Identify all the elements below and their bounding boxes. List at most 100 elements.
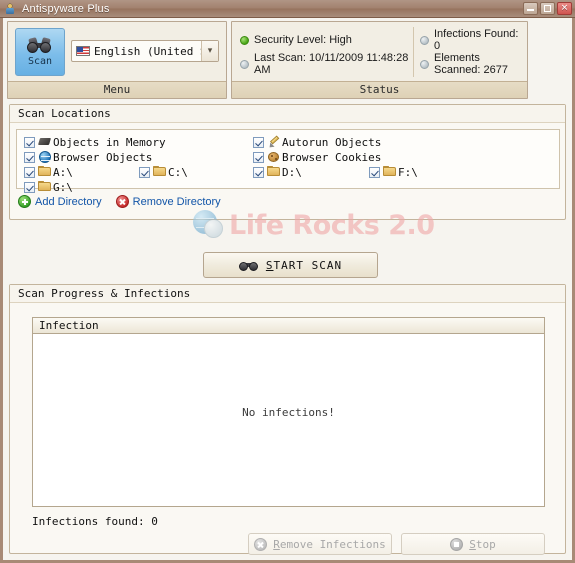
app-icon <box>4 3 16 15</box>
status-panel: Security Level: High Last Scan: 10/11/20… <box>231 21 528 99</box>
window-body: Scan English (United States) ▾ Menu Secu… <box>0 18 575 563</box>
status-column-right: Infections Found: 0 Elements Scanned: 26… <box>420 28 525 76</box>
chevron-down-icon[interactable]: ▾ <box>201 41 218 61</box>
location-item-drive-a[interactable]: A:\ <box>24 165 73 179</box>
scan-locations-group: Scan Locations Objects in Memory Browser… <box>9 104 566 220</box>
start-scan-rest: TART SCAN <box>273 258 343 272</box>
language-select[interactable]: English (United States) ▾ <box>71 40 219 62</box>
status-indicator-icon <box>420 59 429 69</box>
remove-x-icon <box>254 537 268 551</box>
location-item-label: F:\ <box>398 165 418 179</box>
scan-nav-button[interactable]: Scan <box>15 28 65 76</box>
checkbox-icon[interactable] <box>24 136 35 148</box>
scan-progress-title: Scan Progress & Infections <box>10 285 565 303</box>
remove-directory-link[interactable]: Remove Directory <box>115 195 221 208</box>
stop-square-icon <box>450 537 464 551</box>
directory-actions: Add Directory Remove Directory <box>18 195 221 208</box>
stop-accel: S <box>469 537 476 551</box>
location-item-label: A:\ <box>53 165 73 179</box>
application-window: Antispyware Plus ✕ Scan English (United … <box>0 0 575 563</box>
folder-icon <box>383 166 397 178</box>
stop-label: Stop <box>469 538 496 551</box>
status-item-label: Infections Found: 0 <box>434 28 519 52</box>
infection-list-empty-message: No infections! <box>242 405 335 419</box>
status-indicator-icon <box>240 35 249 45</box>
folder-icon <box>38 166 52 178</box>
start-scan-accel: S <box>265 258 274 272</box>
minimize-button[interactable] <box>523 2 538 15</box>
menu-panel: Scan English (United States) ▾ Menu <box>7 21 227 99</box>
binoculars-icon <box>238 259 259 272</box>
checkbox-icon[interactable] <box>253 166 264 178</box>
stop-button[interactable]: Stop <box>401 533 545 555</box>
remove-infections-accel: R <box>273 537 280 551</box>
scan-locations-title: Scan Locations <box>10 105 565 123</box>
location-item-drive-f[interactable]: F:\ <box>369 165 418 179</box>
status-item-infections-found: Infections Found: 0 <box>420 28 525 52</box>
infection-list[interactable]: Infection No infections! <box>32 317 545 507</box>
window-controls: ✕ <box>523 2 572 15</box>
location-item-autorun-objects[interactable]: Autorun Objects <box>253 135 382 150</box>
status-indicator-icon <box>240 59 249 69</box>
remove-infections-rest: emove Infections <box>279 537 386 551</box>
location-item-drive-g[interactable]: G:\ <box>24 180 73 194</box>
remove-directory-label: Remove Directory <box>132 195 221 208</box>
status-item-label: Security Level: High <box>254 34 352 46</box>
start-scan-button-label: START SCAN <box>266 259 342 272</box>
start-scan-button[interactable]: START SCAN <box>203 252 378 278</box>
folder-icon <box>38 181 52 193</box>
location-item-label: C:\ <box>168 165 188 179</box>
location-item-drive-d[interactable]: D:\ <box>253 165 302 179</box>
checkbox-icon[interactable] <box>24 166 35 178</box>
checkbox-icon[interactable] <box>139 166 150 178</box>
stop-rest: top <box>475 537 496 551</box>
location-item-browser-objects[interactable]: Browser Objects <box>24 150 152 164</box>
scan-nav-button-label: Scan <box>27 55 53 67</box>
status-item-last-scan: Last Scan: 10/11/2009 11:48:28 AM <box>240 52 412 76</box>
location-item-browser-cookies[interactable]: Browser Cookies <box>253 150 381 164</box>
status-indicator-icon <box>420 35 429 45</box>
status-item-elements-scanned: Elements Scanned: 2677 <box>420 52 525 76</box>
infections-found-label: Infections found: 0 <box>32 515 158 528</box>
checkbox-icon[interactable] <box>253 151 264 163</box>
remove-infections-button[interactable]: Remove Infections <box>248 533 392 555</box>
location-item-label: Browser Objects <box>53 150 153 164</box>
scan-progress-group: Scan Progress & Infections Infection No … <box>9 284 566 555</box>
checkbox-icon[interactable] <box>24 151 35 163</box>
checkbox-icon[interactable] <box>253 136 264 148</box>
language-select-value: English (United States) <box>94 44 201 58</box>
memory-chip-icon <box>37 136 52 148</box>
autorun-pencil-icon <box>267 135 281 150</box>
add-icon <box>18 195 31 208</box>
cookie-icon <box>267 151 281 163</box>
action-buttons: Remove Infections Stop <box>248 533 545 555</box>
location-item-drive-c[interactable]: C:\ <box>139 165 188 179</box>
add-directory-link[interactable]: Add Directory <box>18 195 102 208</box>
location-item-label: Browser Cookies <box>282 150 382 164</box>
status-column-left: Security Level: High Last Scan: 10/11/20… <box>240 28 412 76</box>
us-flag-icon <box>76 46 90 56</box>
location-item-label: Objects in Memory <box>53 135 166 149</box>
status-panel-footer: Status <box>232 81 527 98</box>
location-item-label: G:\ <box>53 180 73 194</box>
scan-locations-list: Objects in Memory Browser Objects A:\ G:… <box>16 129 560 194</box>
binoculars-icon <box>27 36 53 54</box>
location-item-objects-in-memory[interactable]: Objects in Memory <box>24 135 166 149</box>
menu-panel-footer: Menu <box>8 81 226 98</box>
checkbox-icon[interactable] <box>369 166 380 178</box>
location-item-label: Autorun Objects <box>282 135 382 149</box>
add-directory-label: Add Directory <box>35 195 102 208</box>
browser-globe-icon <box>38 151 52 163</box>
window-title: Antispyware Plus <box>22 2 110 15</box>
folder-icon <box>267 166 281 178</box>
top-panels-row: Scan English (United States) ▾ Menu Secu… <box>7 21 568 99</box>
maximize-button[interactable] <box>540 2 555 15</box>
status-divider <box>413 27 414 77</box>
close-button[interactable]: ✕ <box>557 2 572 15</box>
checkbox-icon[interactable] <box>24 181 35 193</box>
folder-icon <box>153 166 167 178</box>
status-item-label: Elements Scanned: 2677 <box>434 52 509 76</box>
title-bar: Antispyware Plus ✕ <box>0 0 575 18</box>
location-item-label: D:\ <box>282 165 302 179</box>
remove-icon <box>115 195 129 208</box>
